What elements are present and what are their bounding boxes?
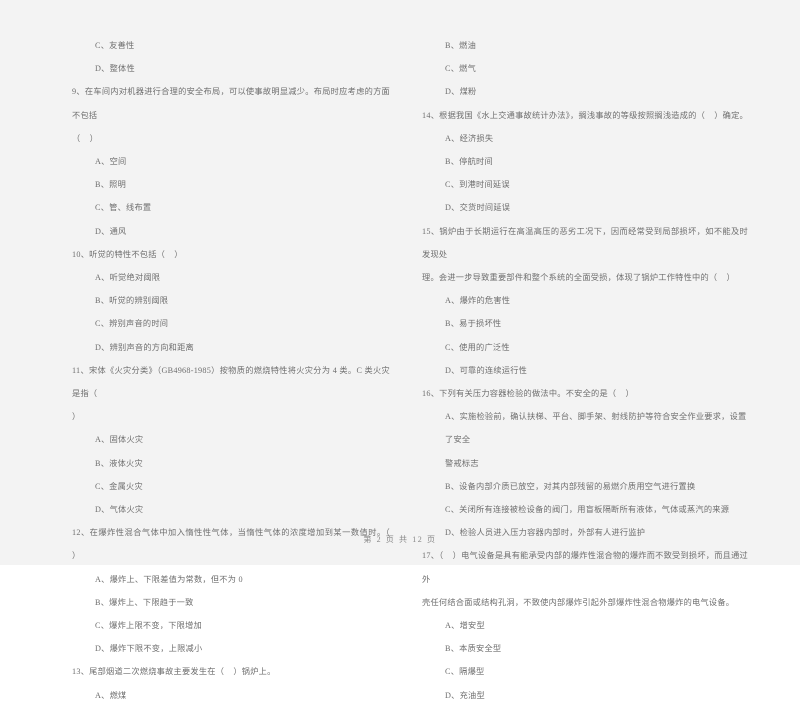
- option-text: B、液体火灾: [95, 458, 143, 468]
- option-text: C、关闭所有连接被检设备的阀门，用盲板隔断所有液体，气体或蒸汽的来源: [445, 505, 730, 515]
- option-text: A、固体火灾: [95, 435, 144, 445]
- question-text: 9、在车间内对机器进行合理的安全布局，可以使事故明显减少。布局时应考虑的方面不包…: [72, 87, 390, 120]
- question-text: 13、尾部烟道二次燃烧事故主要发生在（ ）锅炉上。: [72, 667, 276, 677]
- option-text: A、听觉绝对阈限: [95, 273, 161, 283]
- option-text: C、到港时间延误: [445, 180, 510, 190]
- option-text: C、隔爆型: [445, 667, 485, 677]
- option-text: A、经济损失: [445, 133, 494, 143]
- option-text: D、气体火灾: [95, 505, 144, 515]
- question-text: 17、（ ）电气设备是具有能承受内部的爆炸性混合物的爆炸而不致受到损坏，而且通过…: [422, 551, 748, 584]
- question-text-continued: 理。会进一步导致重要部件和整个系统的全面受损，体现了锅炉工作特性中的（ ）: [422, 273, 735, 283]
- option-text: C、燃气: [445, 64, 477, 74]
- option-text: B、爆炸上、下限趋于一致: [95, 597, 194, 607]
- option-text: D、可靠的连续运行性: [445, 365, 528, 375]
- option-text: C、友善性: [95, 41, 135, 50]
- option-text: A、增安型: [445, 621, 485, 631]
- option-text: B、设备内部介质已放空，对其内部残留的易燃介质用空气进行置换: [445, 481, 696, 491]
- option-text: D、辨别声音的方向和距离: [95, 342, 194, 352]
- two-column-body: C、友善性 D、整体性 9、在车间内对机器进行合理的安全布局，可以使事故明显减少。布…: [0, 34, 800, 700]
- question-text-continued: 壳任何结合面或结构孔洞，不致使内部爆炸引起外部爆炸性混合物爆炸的电气设备。: [422, 597, 735, 607]
- option-text: C、爆炸上限不变，下限增加: [95, 621, 202, 631]
- option-text: B、停航时间: [445, 157, 493, 167]
- right-column: B、燃油 C、燃气 D、煤粉 14、根据我国《水上交通事故统计办法》，搁浅事故的等级按…: [400, 34, 800, 700]
- question-text: 14、根据我国《水上交通事故统计办法》，搁浅事故的等级按照搁浅造成的（ ）确定。: [422, 110, 748, 120]
- option-text: C、辨别声音的时间: [95, 319, 169, 329]
- question-text: 10、听觉的特性不包括（ ）: [72, 249, 183, 259]
- option-text: D、整体性: [95, 64, 135, 74]
- option-text: B、本质安全型: [445, 644, 502, 654]
- exam-page: C、友善性 D、整体性 9、在车间内对机器进行合理的安全布局，可以使事故明显减少。布…: [0, 0, 800, 700]
- option-text: D、充油型: [445, 690, 485, 700]
- question-text-continued: ）: [72, 412, 81, 422]
- option-text: B、易于损坏性: [445, 319, 502, 329]
- page-footer: 第 2 页 共 12 页: [363, 535, 437, 544]
- option-text: A、燃煤: [95, 690, 127, 700]
- option-text: D、通风: [95, 226, 127, 236]
- option-text: D、爆炸下限不变，上限减小: [95, 644, 203, 654]
- option-text-continued: 警戒标志: [445, 458, 479, 468]
- option-text: B、照明: [95, 180, 127, 190]
- question-text: 16、下列有关压力容器检验的做法中。不安全的是（ ）: [422, 389, 634, 399]
- question-text: 11、宋体《火灾分类》（GB4968-1985）按物质的燃烧特性将火灾分为 4 …: [72, 365, 390, 399]
- option-text: D、煤粉: [445, 87, 477, 97]
- left-column: C、友善性 D、整体性 9、在车间内对机器进行合理的安全布局，可以使事故明显减少。布…: [0, 34, 400, 700]
- option-text: A、空间: [95, 157, 127, 167]
- option-text: C、使用的广泛性: [445, 342, 510, 352]
- option-text: C、金属火灾: [95, 481, 143, 491]
- option-text: A、实施检验前，确认扶梯、平台、脚手架、射线防护等符合安全作业要求，设置了安全: [445, 412, 747, 445]
- option-text: D、交货时间延误: [445, 203, 511, 213]
- option-text: A、爆炸上、下限差值为常数，但不为 0: [95, 574, 243, 584]
- option-text: C、管、线布置: [95, 203, 152, 213]
- option-text: A、爆炸的危害性: [445, 296, 511, 306]
- option-text: B、听觉的辨别阈限: [95, 296, 169, 306]
- question-text-continued: （ ）: [72, 133, 99, 143]
- option-text: B、燃油: [445, 41, 477, 50]
- question-text: 15、锅炉由于长期运行在高温高压的恶劣工况下，因而经常受到局部损坏，如不能及时发…: [422, 226, 748, 259]
